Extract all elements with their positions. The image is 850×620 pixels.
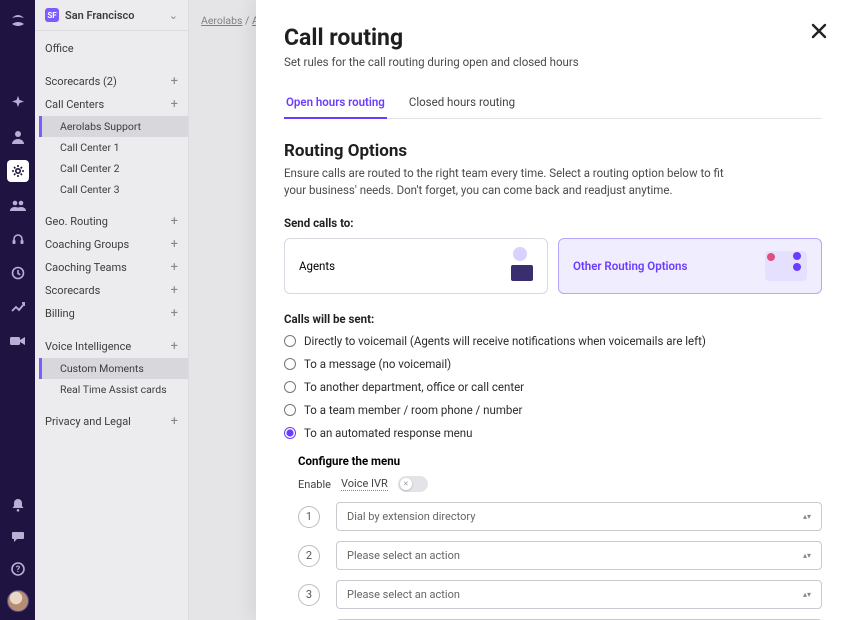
person-icon[interactable] xyxy=(7,126,29,148)
card-label: Agents xyxy=(299,259,335,273)
menu-action-select[interactable]: Please select an action▴▾ xyxy=(336,580,822,609)
menu-row: 3 Please select an action▴▾ xyxy=(298,580,822,609)
menu-digit: 1 xyxy=(298,506,320,528)
routing-radio-group: Directly to voicemail (Agents will recei… xyxy=(284,334,822,440)
configure-menu: Configure the menu Enable Voice IVR 1 Di… xyxy=(298,454,822,620)
gear-icon[interactable] xyxy=(7,160,29,182)
card-other-routing[interactable]: Other Routing Options xyxy=(558,238,822,294)
menu-action-select[interactable]: Dial by extension directory▴▾ xyxy=(336,502,822,531)
ivr-name: Voice IVR xyxy=(341,477,388,491)
workspace-switcher[interactable]: SF San Francisco ⌄ xyxy=(35,0,188,31)
settings-sidebar: SF San Francisco ⌄ Office Scorecards (2)… xyxy=(35,0,189,620)
routing-illustration-icon xyxy=(765,251,807,281)
nav-geo[interactable]: Geo. Routing+ xyxy=(35,210,188,233)
radio-voicemail[interactable]: Directly to voicemail (Agents will recei… xyxy=(284,334,822,348)
plus-icon[interactable]: + xyxy=(171,261,178,274)
bell-icon[interactable] xyxy=(7,494,29,516)
radio-department[interactable]: To another department, office or call ce… xyxy=(284,380,822,394)
plus-icon[interactable]: + xyxy=(171,307,178,320)
plus-icon[interactable]: + xyxy=(171,238,178,251)
tab-closed-hours[interactable]: Closed hours routing xyxy=(407,87,517,118)
modal-subtitle: Set rules for the call routing during op… xyxy=(284,55,822,69)
nav-scorecards[interactable]: Scorecards+ xyxy=(35,279,188,302)
icon-rail: ? xyxy=(0,0,35,620)
nav-office[interactable]: Office xyxy=(35,37,188,60)
chat-icon[interactable] xyxy=(7,526,29,548)
menu-digit: 2 xyxy=(298,545,320,567)
nav-coaching-teams[interactable]: Caoching Teams+ xyxy=(35,256,188,279)
nav-billing[interactable]: Billing+ xyxy=(35,302,188,325)
plus-icon[interactable]: + xyxy=(171,98,178,111)
ivr-enable-label: Enable xyxy=(298,478,331,491)
chevron-down-icon: ⌄ xyxy=(169,9,178,22)
nav-sub-rta-cards[interactable]: Real Time Assist cards xyxy=(39,379,188,400)
workspace-badge: SF xyxy=(45,8,59,22)
radio-team-member[interactable]: To a team member / room phone / number xyxy=(284,403,822,417)
nav-sub-cc1[interactable]: Call Center 1 xyxy=(39,137,188,158)
call-routing-modal: Call routing Set rules for the call rout… xyxy=(256,0,850,620)
menu-action-select[interactable]: Please select an action▴▾ xyxy=(336,541,822,570)
send-calls-label: Send calls to: xyxy=(284,216,822,230)
plus-icon[interactable]: + xyxy=(171,284,178,297)
clock-icon[interactable] xyxy=(7,262,29,284)
menu-row: 2 Please select an action▴▾ xyxy=(298,541,822,570)
headset-icon[interactable] xyxy=(7,228,29,250)
section-desc: Ensure calls are routed to the right tea… xyxy=(284,165,724,198)
svg-text:?: ? xyxy=(15,565,20,575)
tab-open-hours[interactable]: Open hours routing xyxy=(284,87,387,119)
nav-privacy[interactable]: Privacy and Legal+ xyxy=(35,410,188,433)
plus-icon[interactable]: + xyxy=(171,215,178,228)
chevron-updown-icon: ▴▾ xyxy=(803,512,811,521)
modal-title: Call routing xyxy=(284,24,822,51)
agents-illustration-icon xyxy=(491,251,533,281)
team-icon[interactable] xyxy=(7,194,29,216)
section-title: Routing Options xyxy=(284,141,822,161)
sparkle-icon[interactable] xyxy=(7,92,29,114)
calls-sent-label: Calls will be sent: xyxy=(284,312,822,326)
nav-scorecards-count[interactable]: Scorecards (2)+ xyxy=(35,70,188,93)
radio-message[interactable]: To a message (no voicemail) xyxy=(284,357,822,371)
nav-sub-aerolabs[interactable]: Aerolabs Support xyxy=(39,116,188,137)
logo-icon[interactable] xyxy=(7,10,29,32)
card-label: Other Routing Options xyxy=(573,259,687,273)
card-agents[interactable]: Agents xyxy=(284,238,548,294)
help-icon[interactable]: ? xyxy=(7,558,29,580)
avatar[interactable] xyxy=(7,590,29,612)
menu-digit: 3 xyxy=(298,584,320,606)
nav-sub-cc3[interactable]: Call Center 3 xyxy=(39,179,188,200)
plus-icon[interactable]: + xyxy=(171,340,178,353)
radio-automated-menu[interactable]: To an automated response menu xyxy=(284,426,822,440)
menu-row: 1 Dial by extension directory▴▾ xyxy=(298,502,822,531)
tabs: Open hours routing Closed hours routing xyxy=(284,87,822,119)
chevron-updown-icon: ▴▾ xyxy=(803,551,811,560)
plus-icon[interactable]: + xyxy=(171,415,178,428)
chevron-updown-icon: ▴▾ xyxy=(803,590,811,599)
nav-voice-intelligence[interactable]: Voice Intelligence+ xyxy=(35,335,188,358)
nav-coaching-groups[interactable]: Coaching Groups+ xyxy=(35,233,188,256)
workspace-name: San Francisco xyxy=(65,9,163,22)
voice-ivr-toggle[interactable] xyxy=(398,476,428,492)
plus-icon[interactable]: + xyxy=(171,75,178,88)
configure-title: Configure the menu xyxy=(298,454,822,468)
close-icon[interactable] xyxy=(810,22,828,40)
nav-sub-custom-moments[interactable]: Custom Moments xyxy=(39,358,188,379)
nav-sub-cc2[interactable]: Call Center 2 xyxy=(39,158,188,179)
nav-call-centers[interactable]: Call Centers+ xyxy=(35,93,188,116)
camera-icon[interactable] xyxy=(7,330,29,352)
chart-icon[interactable] xyxy=(7,296,29,318)
